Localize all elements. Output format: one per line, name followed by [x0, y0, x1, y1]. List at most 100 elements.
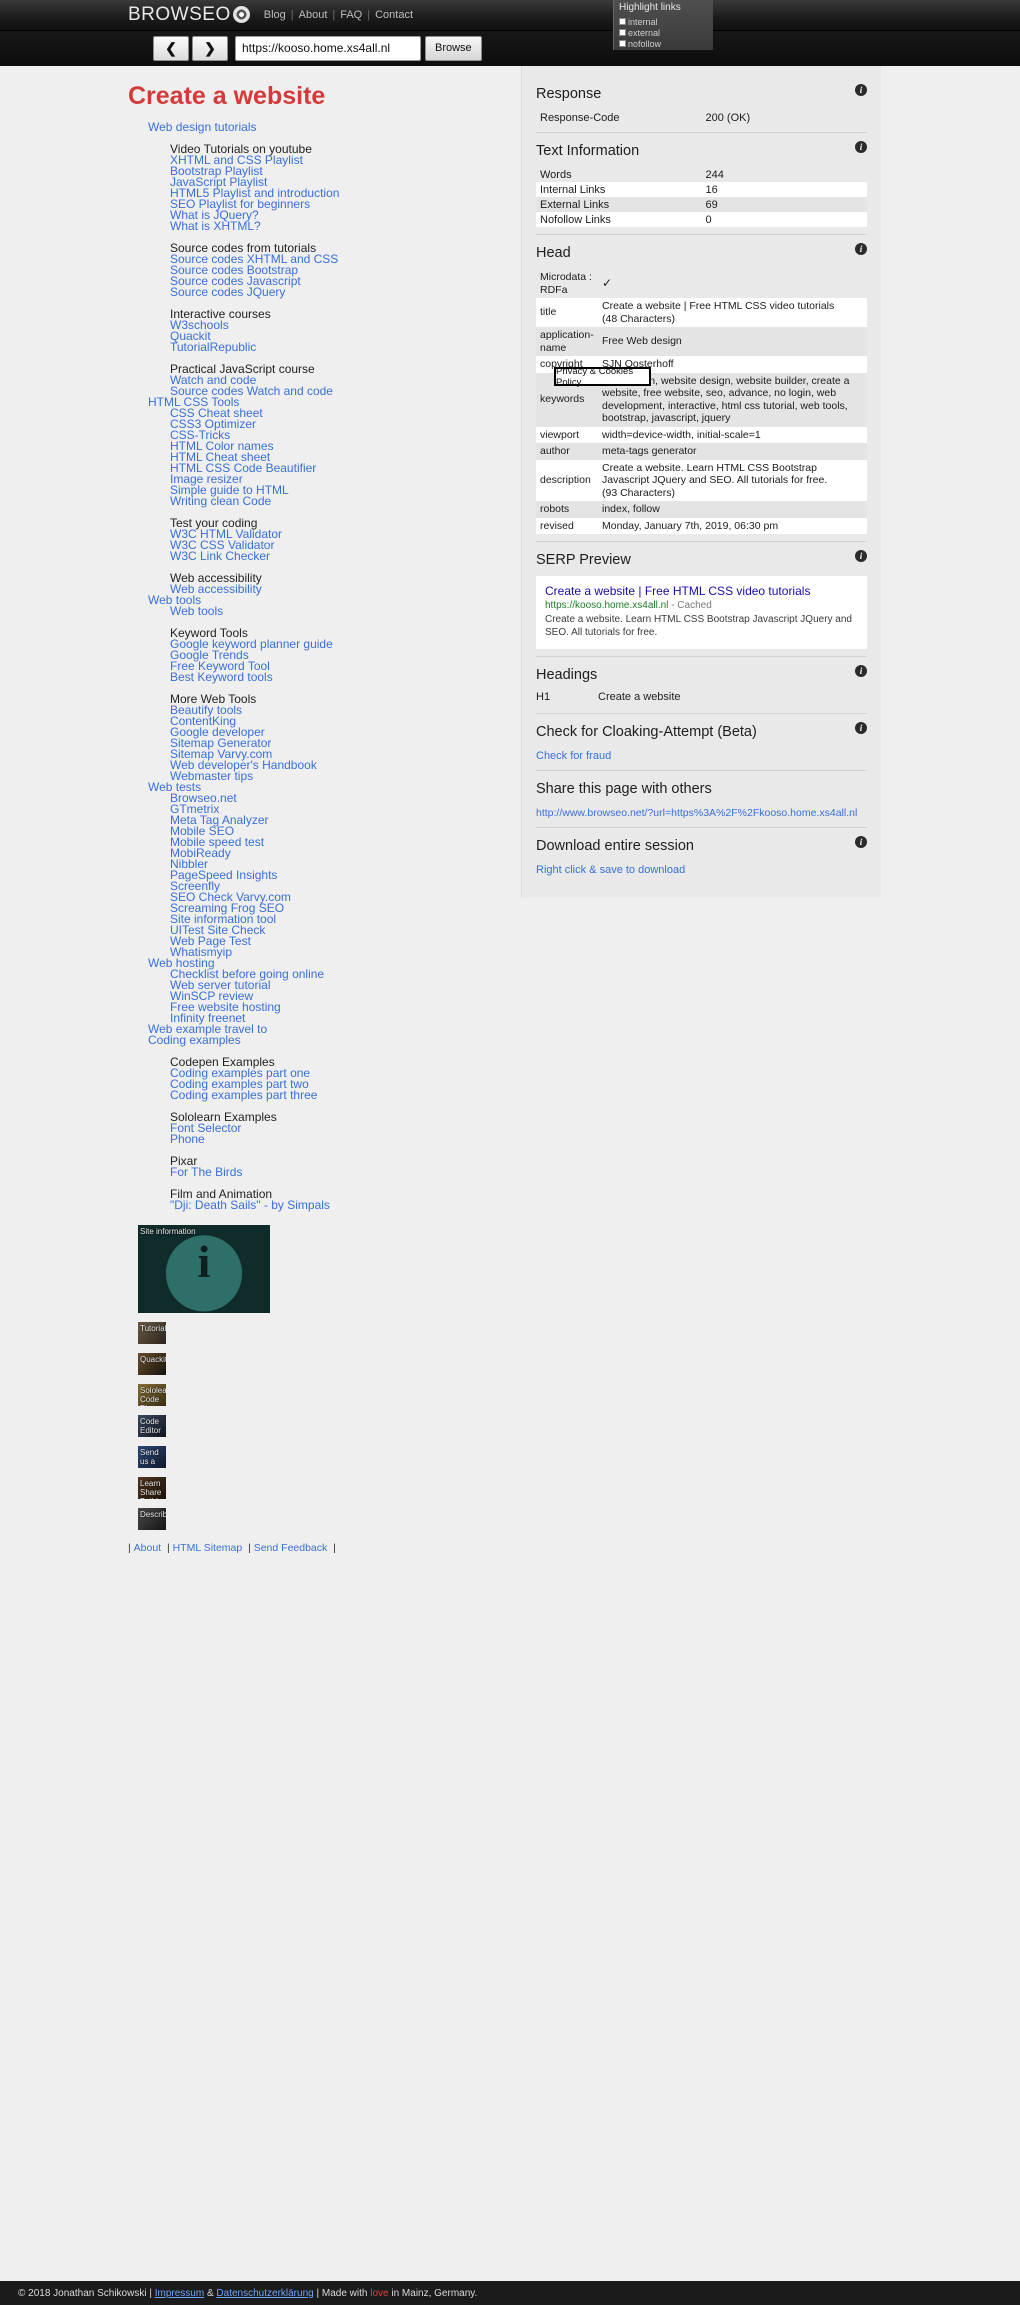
tree-item[interactable]: Web example travel to [148, 1023, 1020, 1035]
download-link[interactable]: Right click & save to download [536, 864, 685, 876]
tree-link[interactable]: Web tools [170, 604, 223, 618]
share-url-link[interactable]: http://www.browseo.net/?url=https%3A%2F%… [536, 807, 857, 819]
nav-contact[interactable]: Contact [375, 9, 413, 21]
info-icon-headings[interactable]: i [855, 665, 867, 677]
tree-link[interactable]: Coding examples part three [170, 1088, 317, 1102]
section-text-information: i Text Information Words 244 Internal Li… [536, 132, 867, 227]
browseo-logo: BROWSEO [128, 4, 250, 26]
tree-link[interactable]: W3C Link Checker [170, 549, 270, 563]
tree-item[interactable]: Coding examples [148, 1033, 1020, 1047]
section-serp-preview: i SERP Preview Create a website | Free H… [536, 541, 867, 649]
tree-item[interactable]: Web Page Test [170, 935, 1020, 947]
footer-link-html-sitemap[interactable]: HTML Sitemap [173, 1542, 243, 1554]
response-heading: Response [536, 86, 602, 102]
tree-link[interactable]: For The Birds [170, 1165, 242, 1179]
info-icon-serp[interactable]: i [855, 550, 867, 562]
serp-url: https://kooso.home.xs4all.nl - Cached [545, 599, 858, 612]
tree-link[interactable]: Phone [170, 1132, 205, 1146]
footer-link-about[interactable]: About [134, 1542, 161, 1554]
tree-item[interactable]: Phone [170, 1132, 1020, 1146]
tree-link[interactable]: "Dji: Death Sails" - by Simpals [170, 1198, 330, 1212]
info-icon-text-information[interactable]: i [855, 141, 867, 153]
share-heading: Share this page with others [536, 781, 712, 797]
thumbnail-caption: Quackit [140, 1355, 166, 1364]
thumbnail-site-information[interactable]: i Site information [138, 1225, 270, 1313]
tree-item[interactable]: Infinity freenet [170, 1012, 1020, 1024]
info-icon-cloaking[interactable]: i [855, 722, 867, 734]
thumbnail-sololearn-code-playground[interactable]: Sololearn Code Playground [138, 1384, 166, 1406]
nofollow-links-value: 0 [701, 212, 867, 227]
tree-link[interactable]: TutorialRepublic [170, 340, 256, 354]
url-input[interactable]: https://kooso.home.xs4all.nl [235, 36, 421, 61]
tree-item[interactable]: UITest Site Check [170, 924, 1020, 936]
thumbnail-code-editor[interactable]: Code Editor [138, 1415, 166, 1437]
nav-about[interactable]: About [299, 9, 328, 21]
tree-item: Sololearn Examples [170, 1111, 1020, 1123]
checkbox-nofollow[interactable] [619, 40, 626, 47]
table-row: Microdata : RDFa ✓ [536, 269, 867, 298]
impressum-link[interactable]: Impressum [155, 2288, 204, 2299]
info-icon-download[interactable]: i [855, 836, 867, 848]
tree-item[interactable]: Font Selector [170, 1122, 1020, 1134]
serp-description: Create a website. Learn HTML CSS Bootstr… [545, 614, 852, 638]
footer-link-send-feedback[interactable]: Send Feedback [254, 1542, 328, 1554]
thumbnail-quackit[interactable]: Quackit [138, 1353, 166, 1375]
thumbnail-learn-share-build[interactable]: Learn Share Build [138, 1477, 166, 1499]
highlight-internal-row[interactable]: internal [619, 16, 708, 27]
browse-button[interactable]: Browse [425, 36, 482, 61]
back-button[interactable]: ❮ [153, 36, 189, 61]
tree-link[interactable]: Source codes JQuery [170, 285, 285, 299]
thumbnail-send-us-a[interactable]: Send us a [138, 1446, 166, 1468]
tree-item[interactable]: "Dji: Death Sails" - by Simpals [170, 1198, 1020, 1212]
tree-item[interactable]: Whatismyip [170, 946, 1020, 958]
head-value: Create a website. Learn HTML CSS Bootstr… [598, 459, 867, 501]
thumbnail-caption: Send us a [140, 1448, 159, 1466]
head-key: robots [536, 501, 598, 518]
privacy-cookies-policy-button[interactable]: Privacy & Cookies Policy [554, 366, 651, 388]
tree-item[interactable]: Web server tutorial [170, 979, 1020, 991]
info-icon-response[interactable]: i [855, 84, 867, 96]
microdata-value: ✓ [602, 276, 613, 291]
thumbnail-describe[interactable]: Describe [138, 1508, 166, 1530]
forward-button[interactable]: ❯ [192, 36, 228, 61]
thumbnail-tutorials[interactable]: Tutorials [138, 1322, 166, 1344]
highlight-nofollow-row[interactable]: nofollow [619, 38, 708, 49]
serp-title[interactable]: Create a website | Free HTML CSS video t… [545, 584, 858, 599]
tree-link[interactable]: What is XHTML? [170, 219, 261, 233]
datenschutz-link[interactable]: Datenschutzerklärung [216, 2288, 313, 2299]
highlight-internal-label: internal [628, 16, 658, 27]
nav-faq[interactable]: FAQ [340, 9, 362, 21]
tree-item[interactable]: Coding examples part three [170, 1088, 1020, 1102]
table-row: Internal Links 16 [536, 182, 867, 197]
tree-item[interactable]: Checklist before going online [170, 968, 1020, 980]
made-with-prefix: | Made with [316, 2287, 368, 2299]
check-for-fraud-link[interactable]: Check for fraud [536, 750, 611, 762]
tree-item[interactable]: Site information tool [170, 913, 1020, 925]
checkbox-external[interactable] [619, 29, 626, 36]
highlight-external-row[interactable]: external [619, 27, 708, 38]
tree-link[interactable]: Writing clean Code [170, 494, 271, 508]
checkbox-internal[interactable] [619, 18, 626, 25]
nav-blog[interactable]: Blog [264, 9, 286, 21]
made-with-suffix: in Mainz, Germany. [391, 2287, 478, 2299]
tree-item[interactable]: Free website hosting [170, 1001, 1020, 1013]
tree-item[interactable]: For The Birds [170, 1165, 1020, 1179]
info-glyph-icon: i [197, 1236, 211, 1287]
tree-item[interactable]: WinSCP review [170, 990, 1020, 1002]
cloaking-link-row: Check for fraud [536, 748, 867, 762]
internal-links-value: 16 [701, 182, 867, 197]
tree-link[interactable]: Best Keyword tools [170, 670, 273, 684]
section-share: Share this page with others http://www.b… [536, 770, 867, 819]
serp-cached-label[interactable]: - Cached [671, 600, 712, 611]
head-key: viewport [536, 426, 598, 443]
tree-link[interactable]: Web design tutorials [148, 120, 257, 134]
tree-item[interactable]: Screaming Frog SEO [170, 902, 1020, 914]
external-links-label: External Links [536, 197, 702, 212]
info-icon-head[interactable]: i [855, 243, 867, 255]
words-value: 244 [705, 168, 724, 181]
tree-link[interactable]: Coding examples [148, 1033, 241, 1047]
section-download: i Download entire session Right click & … [536, 827, 867, 876]
